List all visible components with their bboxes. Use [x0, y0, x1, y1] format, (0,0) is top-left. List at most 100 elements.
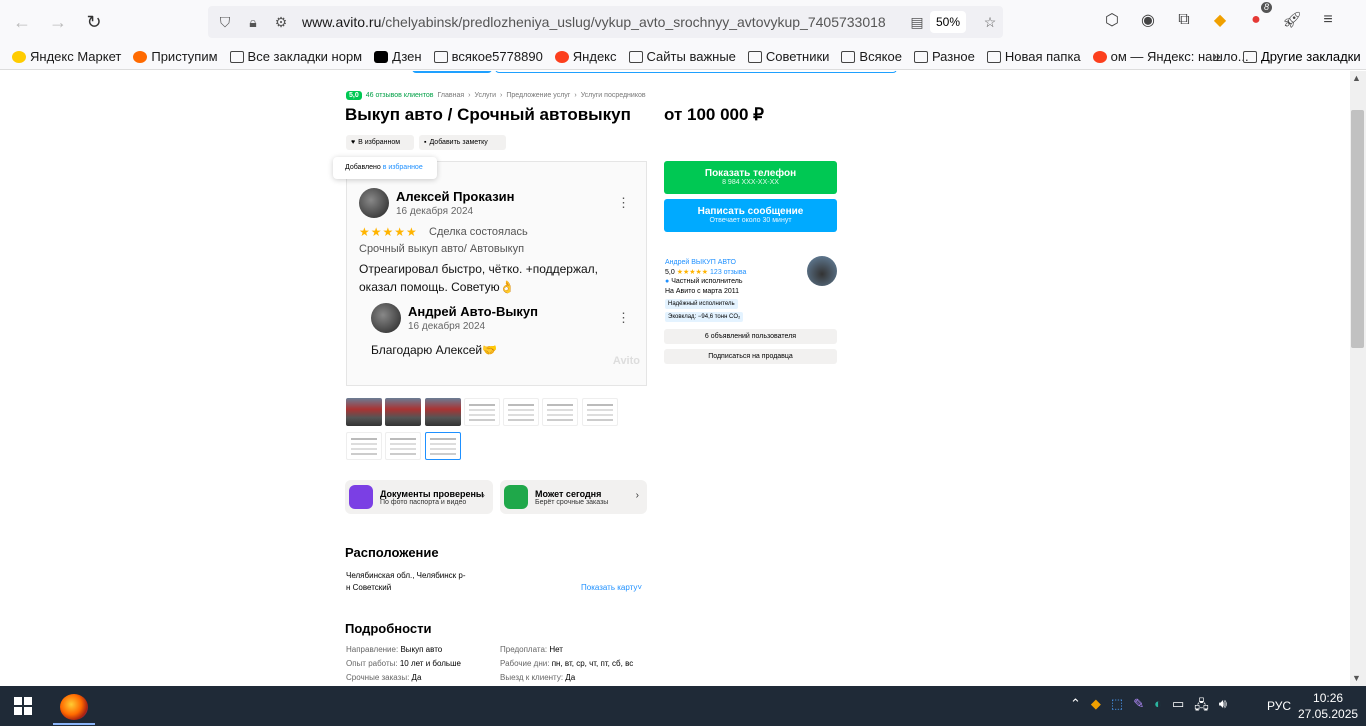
address: Челябинская обл., Челябинск р-н Советски…: [346, 571, 466, 592]
show-phone-button[interactable]: Показать телефон 8 984 XXX-XX-XX: [664, 161, 837, 194]
scroll-up-icon[interactable]: ▲: [1352, 73, 1361, 83]
bookmark-folder[interactable]: всякое5778890: [433, 49, 543, 64]
subscribe-button[interactable]: Подписаться на продавца: [664, 349, 837, 364]
screenshot-icon[interactable]: ⬚: [1111, 696, 1123, 718]
clock-icon: [504, 485, 528, 509]
thumbnail[interactable]: [385, 432, 421, 460]
pocket-icon[interactable]: ⬡: [1100, 8, 1124, 32]
bookmark-pristupim[interactable]: Приступим: [133, 49, 218, 64]
yandex-icon: [1092, 50, 1107, 63]
reader-view-icon[interactable]: ▤: [906, 14, 928, 31]
bookmark-folder[interactable]: Всякое: [841, 49, 902, 64]
seller-name-link[interactable]: Андрей ВЫКУП АВТО: [665, 258, 746, 268]
thumbnail[interactable]: [503, 398, 539, 426]
zoom-level-button[interactable]: 50%: [930, 11, 966, 33]
extensions-icon[interactable]: ⧉: [1172, 8, 1196, 32]
firefox-icon[interactable]: [60, 694, 88, 720]
detail-row: Опыт работы: 10 лет и больше: [346, 659, 461, 668]
main-image[interactable]: Алексей Проказин 16 декабря 2024 ⋮ ★★★★★…: [346, 161, 647, 386]
document-check-icon: [349, 485, 373, 509]
favorites-link[interactable]: в избранное: [383, 164, 423, 171]
back-button[interactable]: ←: [8, 8, 36, 36]
feature-documents-verified[interactable]: Документы проверены По фото паспорта и в…: [345, 480, 493, 514]
scroll-down-icon[interactable]: ▼: [1352, 673, 1361, 683]
review-deal-status: Сделка состоялась: [429, 226, 528, 238]
thumbnail[interactable]: [346, 432, 382, 460]
write-message-button[interactable]: Написать сообщение Отвечает около 30 мин…: [664, 199, 837, 232]
avito-watermark: Avito: [612, 355, 640, 367]
avatar: [359, 188, 389, 218]
seller-reviews-link[interactable]: 123 отзыва: [710, 269, 746, 276]
url-text[interactable]: www.avito.ru/chelyabinsk/predlozheniya_u…: [302, 14, 886, 30]
review-author: Алексей Проказин: [396, 189, 515, 204]
breadcrumb-item[interactable]: Услуги: [474, 92, 496, 99]
thumbnail[interactable]: [464, 398, 500, 426]
tray-app-icon[interactable]: ◆: [1091, 696, 1101, 718]
extension-shield-icon[interactable]: ◆: [1208, 8, 1232, 32]
bookmark-folder[interactable]: Разное: [913, 49, 975, 64]
chevron-double-right-icon[interactable]: »: [1212, 48, 1221, 66]
volume-icon[interactable]: 🔊︎: [1219, 696, 1227, 718]
seller-info: Андрей ВЫКУП АВТО 5,0 ★★★★★ 123 отзыва ●…: [665, 258, 747, 295]
edge-icon[interactable]: ◐: [1154, 696, 1162, 718]
folder-icon: [433, 50, 448, 63]
add-note-button[interactable]: ▪ Добавить заметку: [419, 135, 506, 150]
address-bar[interactable]: ⛉ 🔒︎ ⚙ www.avito.ru/chelyabinsk/predlozh…: [208, 6, 1003, 38]
scrollbar-thumb[interactable]: [1351, 110, 1364, 348]
thumbnail[interactable]: [425, 398, 461, 426]
battery-icon[interactable]: ▭: [1172, 696, 1184, 718]
reply-text: Благодарю Алексей🤝: [371, 343, 498, 357]
thumbnail[interactable]: [346, 398, 382, 426]
clock[interactable]: 10:26 27.05.2025: [1298, 690, 1358, 722]
breadcrumb-item[interactable]: Услуги посредников: [581, 92, 646, 99]
reload-button[interactable]: ↻: [80, 8, 108, 36]
adblock-icon[interactable]: ● 8: [1244, 2, 1272, 32]
rocket-icon[interactable]: 🚀︎: [1280, 8, 1304, 32]
reply-author: Андрей Авто-Выкуп: [408, 304, 539, 319]
review-stars: ★★★★★: [359, 225, 418, 239]
bookmark-yandex-market[interactable]: Яндекс Маркет: [12, 49, 121, 64]
browser-toolbar: ← → ↻ ⛉ 🔒︎ ⚙ www.avito.ru/chelyabinsk/pr…: [0, 0, 1366, 44]
thumbnail[interactable]: [385, 398, 421, 426]
windows-start-icon[interactable]: [14, 697, 32, 715]
header-search-strip[interactable]: [495, 71, 897, 73]
breadcrumb-item[interactable]: Главная: [437, 92, 464, 99]
other-bookmarks[interactable]: Другие закладки: [1243, 49, 1361, 64]
forward-button[interactable]: →: [44, 8, 72, 36]
show-map-link[interactable]: Показать карту˅: [581, 583, 642, 592]
feature-can-today[interactable]: Может сегодня Берёт срочные заказы ›: [500, 480, 647, 514]
bookmark-dzen[interactable]: Дзен: [374, 49, 422, 64]
thumbnail[interactable]: [582, 398, 618, 426]
bookmark-folder[interactable]: Новая папка: [986, 49, 1081, 64]
avatar[interactable]: [807, 256, 837, 286]
seller-listings-button[interactable]: 6 объявлений пользователя: [664, 329, 837, 344]
bookmark-yandex[interactable]: Яндекс: [554, 49, 617, 64]
bookmark-folder[interactable]: Все закладки норм: [229, 49, 362, 64]
review-date: 16 декабря 2024: [396, 206, 474, 217]
account-icon[interactable]: ◉: [1136, 8, 1160, 32]
header-button-strip[interactable]: [412, 71, 492, 73]
star-icon[interactable]: ☆: [979, 14, 1001, 31]
menu-icon[interactable]: ≡: [1316, 8, 1340, 32]
bookmark-folder[interactable]: Сайты важные: [628, 49, 736, 64]
thumbnail-selected[interactable]: [425, 432, 461, 460]
folder-icon: [986, 50, 1001, 63]
location-heading: Расположение: [345, 545, 439, 560]
seller-tag: Надёжный исполнитель: [665, 299, 738, 309]
permissions-icon[interactable]: ⚙: [270, 14, 292, 31]
breadcrumb-item[interactable]: Предложение услуг: [506, 92, 570, 99]
shield-icon[interactable]: ⛉: [214, 14, 236, 31]
bookmark-folder[interactable]: Советники: [747, 49, 829, 64]
reviews-link[interactable]: 46 отзывов клиентов: [366, 92, 434, 99]
arrow-right-icon: →: [49, 11, 67, 32]
toolbar-right: ⬡ ◉ ⧉ ◆ ● 8 🚀︎ ≡: [1100, 2, 1340, 32]
chevron-up-icon[interactable]: ⌃: [1070, 696, 1081, 718]
chevron-right-icon: ›: [481, 490, 485, 501]
bookmark-yandex-search[interactable]: ом — Яндекс: нашло...: [1092, 49, 1249, 64]
lock-icon[interactable]: 🔒︎: [242, 14, 264, 31]
favorite-button[interactable]: ♥ В избранном: [346, 135, 414, 150]
language-indicator[interactable]: РУС: [1267, 699, 1291, 713]
thumbnail[interactable]: [542, 398, 578, 426]
pen-icon[interactable]: ✎: [1133, 696, 1144, 718]
network-icon[interactable]: 🖧︎: [1194, 696, 1209, 718]
